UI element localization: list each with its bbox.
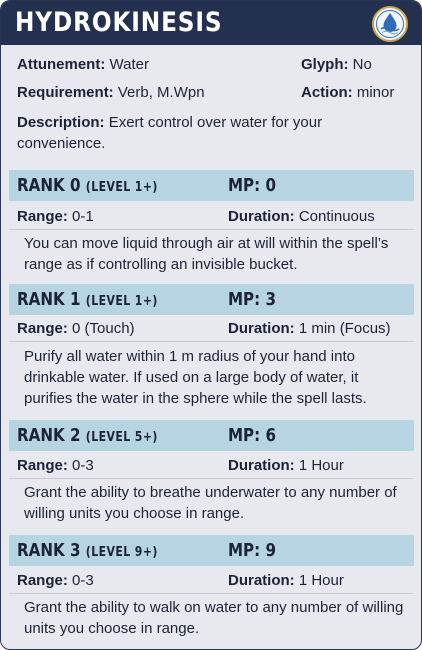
glyph-row: Glyph: No (301, 55, 372, 75)
rank-3-mp: MP: 9 (228, 540, 276, 561)
requirement-label: Requirement: (17, 84, 114, 101)
range-value: 0-1 (72, 208, 94, 225)
rank-0-mp: MP: 0 (228, 175, 276, 196)
rank-3-title: RANK 3 (LEVEL 9+) (17, 535, 158, 568)
range-label: Range: (17, 320, 68, 337)
range-value: 0-3 (72, 457, 94, 474)
rank-2-duration: Duration: 1 Hour (228, 456, 344, 476)
range-label: Range: (17, 457, 68, 474)
description: Description: Exert control over water fo… (17, 112, 397, 154)
attunement-row: Attunement: Water (17, 55, 149, 75)
rank-0-title: RANK 0 (LEVEL 1+) (17, 170, 158, 203)
rank-0-range: Range: 0-1 (17, 207, 94, 227)
spell-card: HYDROKINESIS Attunement: Water Glyph: No… (0, 0, 422, 650)
rank-0-duration: Duration: Continuous (228, 207, 375, 227)
divider (9, 593, 414, 594)
requirement-row: Requirement: Verb, M.Wpn (17, 83, 205, 103)
range-value: 0-3 (72, 572, 94, 589)
action-label: Action: (301, 84, 353, 101)
rank-0-header: RANK 0 (LEVEL 1+) MP: 0 (9, 170, 414, 201)
duration-value: 1 Hour (298, 572, 344, 589)
duration-label: Duration: (228, 320, 295, 337)
duration-label: Duration: (228, 572, 295, 589)
spell-title: HYDROKINESIS (15, 7, 223, 38)
rank-2-label: RANK 2 (17, 425, 81, 446)
attunement-label: Attunement: (17, 56, 106, 73)
rank-3-label: RANK 3 (17, 540, 81, 561)
rank-1-range: Range: 0 (Touch) (17, 319, 135, 339)
rank-3-range: Range: 0-3 (17, 571, 94, 591)
water-element-emblem-icon (372, 6, 408, 42)
rank-1-header: RANK 1 (LEVEL 1+) MP: 3 (9, 284, 414, 315)
glyph-value: No (352, 56, 372, 73)
range-value: 0 (Touch) (72, 320, 135, 337)
divider (9, 341, 414, 342)
rank-2-title: RANK 2 (LEVEL 5+) (17, 420, 158, 453)
rank-2-text: Grant the ability to breathe underwater … (24, 484, 397, 522)
rank-2-mp: MP: 6 (228, 425, 276, 446)
range-label: Range: (17, 572, 68, 589)
rank-3-level: (LEVEL 9+) (85, 545, 158, 560)
rank-1-mp: MP: 3 (228, 289, 276, 310)
requirement-value: Verb, M.Wpn (117, 84, 205, 101)
attunement-value: Water (109, 56, 149, 73)
divider (9, 478, 414, 479)
rank-3-duration: Duration: 1 Hour (228, 571, 344, 591)
rank-2-level: (LEVEL 5+) (85, 430, 158, 445)
card-header: HYDROKINESIS (1, 1, 421, 45)
rank-2-range: Range: 0-3 (17, 456, 94, 476)
duration-value: 1 min (Focus) (298, 320, 391, 337)
rank-0-text: You can move liquid through air at will … (24, 235, 389, 273)
range-label: Range: (17, 208, 68, 225)
rank-0-label: RANK 0 (17, 175, 81, 196)
rank-3-text: Grant the ability to walk on water to an… (24, 599, 404, 637)
rank-1-duration: Duration: 1 min (Focus) (228, 319, 391, 339)
glyph-label: Glyph: (301, 56, 349, 73)
rank-2-header: RANK 2 (LEVEL 5+) MP: 6 (9, 420, 414, 451)
divider (9, 229, 414, 230)
rank-1-label: RANK 1 (17, 289, 81, 310)
action-value: minor (356, 84, 395, 101)
description-label: Description: (17, 114, 105, 131)
rank-3-header: RANK 3 (LEVEL 9+) MP: 9 (9, 535, 414, 566)
action-row: Action: minor (301, 83, 394, 103)
duration-value: Continuous (298, 208, 375, 225)
duration-value: 1 Hour (298, 457, 344, 474)
rank-1-title: RANK 1 (LEVEL 1+) (17, 284, 158, 317)
duration-label: Duration: (228, 208, 295, 225)
duration-label: Duration: (228, 457, 295, 474)
rank-0-level: (LEVEL 1+) (85, 180, 158, 195)
rank-1-level: (LEVEL 1+) (85, 294, 158, 309)
rank-1-text: Purify all water within 1 m radius of yo… (24, 348, 367, 407)
